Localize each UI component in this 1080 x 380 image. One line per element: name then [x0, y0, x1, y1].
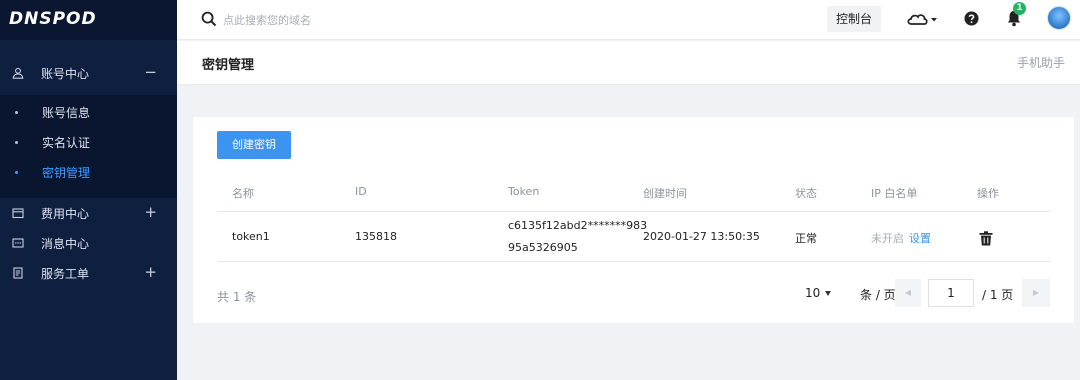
page-header: 密钥管理 手机助手	[177, 41, 1080, 84]
key-name: token1	[232, 230, 270, 243]
bullet-icon	[15, 170, 18, 174]
delete-icon[interactable]	[979, 231, 993, 246]
sidebar-item-billing[interactable]: 费用中心 +	[0, 198, 177, 228]
column-header-actions: 操作	[977, 187, 999, 200]
sidebar-item-account-info[interactable]: 账号信息	[0, 97, 177, 127]
help-icon[interactable]	[964, 11, 979, 26]
bullet-icon	[15, 140, 18, 144]
page-size-select[interactable]: 10	[805, 286, 820, 300]
status-text: 正常	[795, 232, 817, 245]
message-icon	[11, 236, 25, 250]
row-divider	[217, 261, 1051, 262]
sidebar-item-label: 账号信息	[42, 105, 91, 120]
whitelist-settings-link[interactable]: 设置	[909, 230, 931, 246]
sidebar-item-key-management[interactable]: 密钥管理	[0, 157, 177, 187]
top-bar: 控制台 1	[177, 0, 1080, 40]
key-token-line2: 95a5326905	[508, 241, 578, 254]
sidebar-item-label: 消息中心	[41, 236, 90, 251]
sidebar-item-account-center[interactable]: 账号中心 −	[0, 58, 177, 88]
sidebar-item-label: 账号中心	[41, 66, 90, 81]
search-icon[interactable]	[201, 11, 217, 27]
avatar[interactable]	[1047, 6, 1071, 30]
sidebar-item-tickets[interactable]: 服务工单 +	[0, 258, 177, 288]
expand-icon[interactable]: +	[144, 204, 157, 220]
per-page-label: 条 / 页	[860, 288, 896, 302]
column-header-ip-whitelist: IP 白名单	[871, 187, 918, 200]
sidebar-item-messages[interactable]: 消息中心	[0, 228, 177, 258]
mobile-helper-link[interactable]: 手机助手	[1017, 54, 1065, 71]
header-divider	[217, 211, 1051, 212]
console-button[interactable]: 控制台	[827, 6, 881, 32]
column-header-id: ID	[355, 185, 367, 198]
key-token-line1: c6135f12abd2*******983	[508, 219, 648, 232]
whitelist-status: 未开启	[871, 232, 904, 245]
bullet-icon	[15, 110, 18, 114]
page-number-input[interactable]: 1	[928, 279, 974, 307]
sidebar-item-verification[interactable]: 实名认证	[0, 127, 177, 157]
column-header-name: 名称	[232, 187, 254, 200]
dnspod-logo[interactable]: DNSPOD	[0, 0, 177, 40]
create-key-button[interactable]: 创建密钥	[217, 131, 291, 159]
sidebar-item-label: 实名认证	[42, 135, 91, 150]
next-page-button[interactable]: ▶	[1022, 279, 1050, 307]
keys-card: 创建密钥 名称 ID Token 创建时间 状态 IP 白名单 操作 token…	[193, 117, 1074, 323]
total-count: 共 1 条	[217, 290, 257, 304]
page-title: 密钥管理	[202, 58, 255, 73]
prev-page-button[interactable]: ◀	[895, 279, 921, 307]
wallet-icon	[11, 206, 25, 220]
collapse-icon[interactable]: −	[144, 64, 157, 80]
key-created-time: 2020-01-27 13:50:35	[643, 230, 760, 243]
column-header-created: 创建时间	[643, 187, 687, 200]
domain-search-input[interactable]	[223, 10, 523, 30]
sidebar: DNSPOD 账号中心 − 账号信息 实名认证 密钥管理 费用中心 + 消息中心	[0, 0, 177, 380]
user-icon	[11, 66, 25, 80]
cloud-icon[interactable]	[906, 11, 938, 27]
sidebar-item-label: 密钥管理	[42, 165, 91, 180]
notification-badge: 1	[1013, 2, 1026, 15]
column-header-token: Token	[508, 185, 540, 198]
ticket-icon	[11, 266, 25, 280]
caret-down-icon[interactable]	[825, 291, 831, 296]
sidebar-item-label: 费用中心	[41, 206, 90, 221]
sidebar-item-label: 服务工单	[41, 266, 90, 281]
expand-icon[interactable]: +	[144, 264, 157, 280]
total-pages: / 1 页	[982, 288, 1014, 302]
column-header-status: 状态	[795, 187, 817, 200]
key-id: 135818	[355, 230, 397, 243]
